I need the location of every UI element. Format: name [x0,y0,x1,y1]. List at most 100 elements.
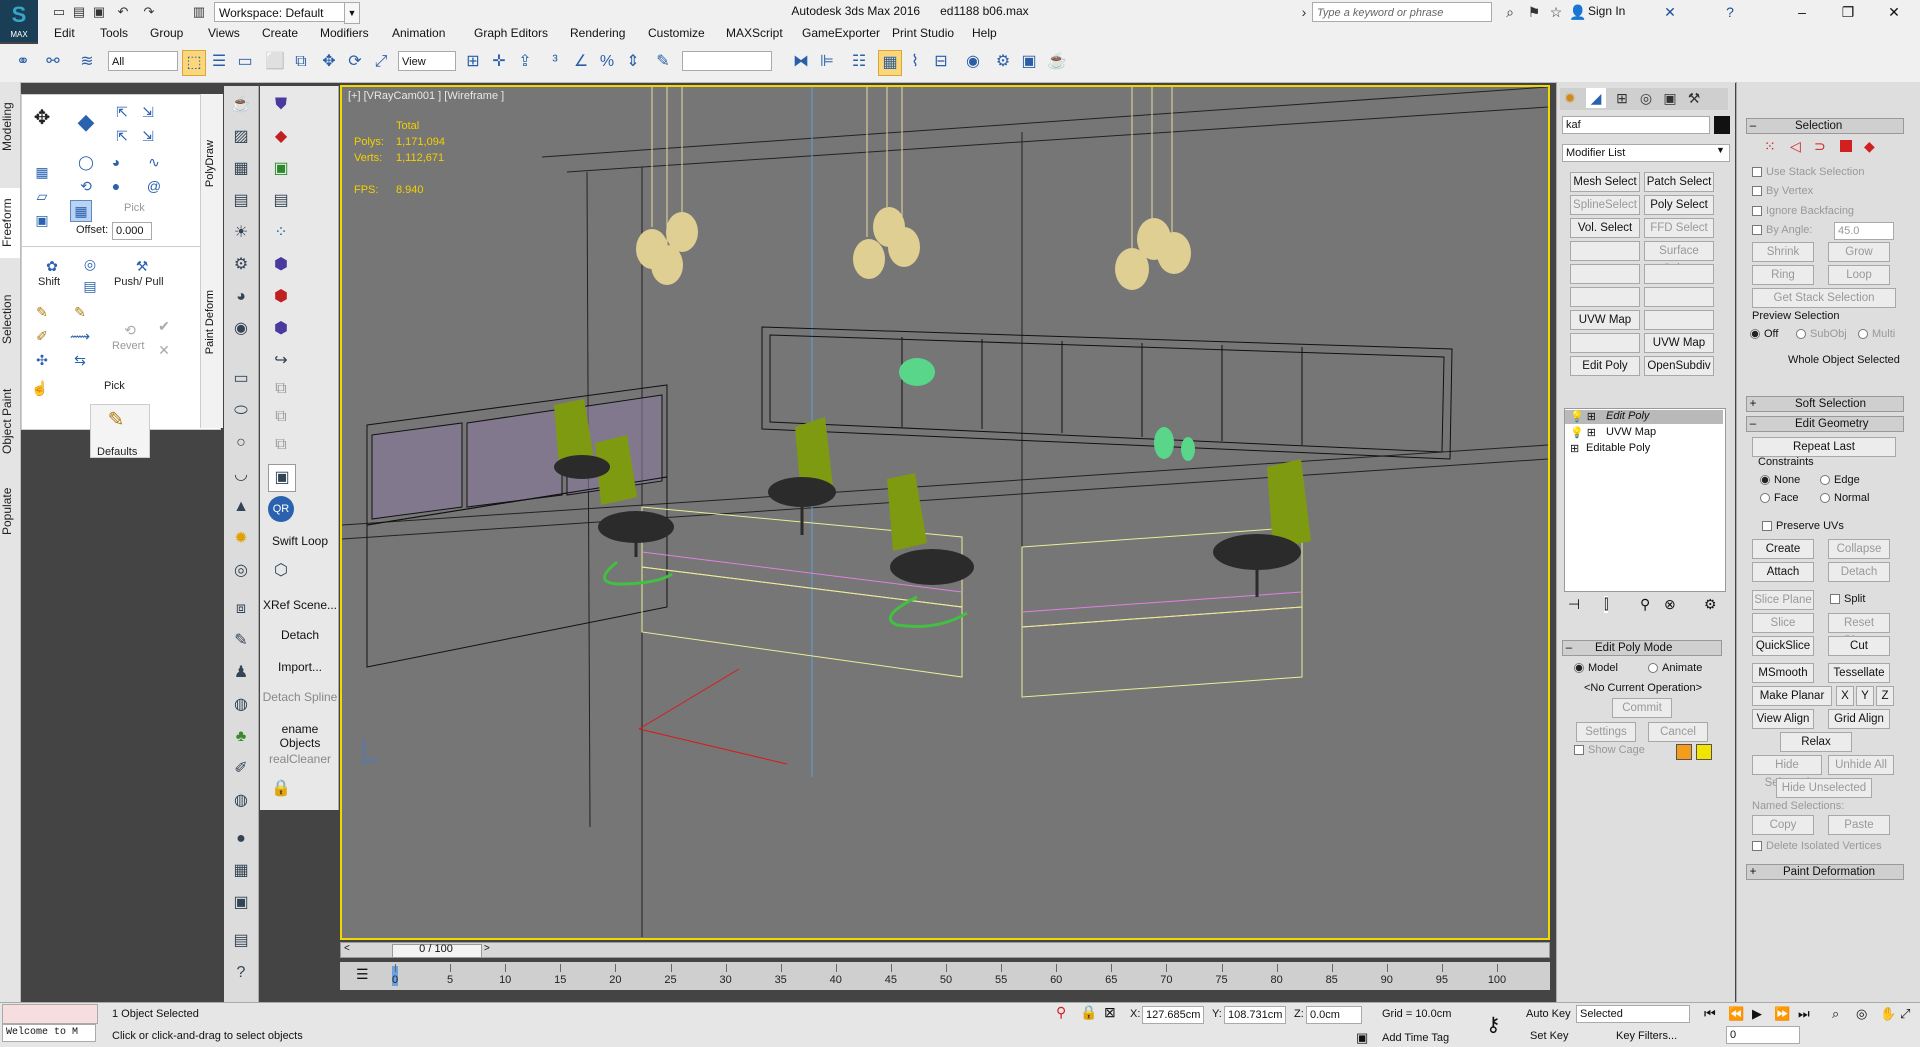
tessellate-button[interactable]: Tessellate [1828,663,1890,683]
polygon-icon[interactable] [1840,140,1852,152]
polydraw-label[interactable]: PolyDraw [204,140,216,187]
snaps-toggle-icon[interactable]: ³ [544,50,566,74]
schematic-view-icon[interactable]: ⊟ [930,50,952,74]
gem-icon[interactable]: ◆ [268,124,294,150]
help-icon[interactable]: ? [1720,2,1740,22]
x-coord-field[interactable]: 127.685cm [1142,1006,1204,1024]
real-cleaner-button[interactable]: realCleaner [262,752,338,766]
hide-selected-button[interactable]: Hide Selected [1752,755,1822,789]
time-slider[interactable] [340,942,1550,958]
sphere-icon[interactable]: ◕ [228,284,254,310]
light-bulb-icon[interactable]: 💡 ⊞ [1570,410,1596,423]
loop-button[interactable]: Loop [1828,265,1890,285]
menu-customize[interactable]: Customize [648,26,705,40]
vertex-icon[interactable]: ⁙ [1764,138,1776,155]
cancel-button[interactable]: Cancel [1648,722,1708,742]
preview-multi-radio[interactable]: Multi [1858,328,1895,340]
copy-button[interactable]: Copy [1752,815,1814,835]
spiral-brush-icon[interactable]: @ [144,176,164,196]
xref-icon[interactable]: ⧈ [228,596,254,622]
curve-editor-icon[interactable]: ⌇ [904,50,926,74]
model-radio[interactable]: Model [1574,662,1618,674]
box-icon[interactable]: ▤ [268,188,294,214]
cone-icon[interactable]: ▲ [228,494,254,520]
current-frame-field[interactable]: 0 [1726,1026,1800,1044]
object-name-field[interactable]: kaf [1562,116,1710,134]
scene-explorer-icon[interactable]: ▦ [878,50,902,76]
workspace-dropdown[interactable]: Workspace: Default [214,2,356,22]
pan-icon[interactable]: ✋ [1880,1006,1896,1022]
lamp-icon[interactable]: ☀ [228,220,254,246]
light-bulb-icon-2[interactable]: 💡 ⊞ [1570,426,1596,439]
project-folder-icon[interactable]: ▥ [190,3,208,21]
auto-key-button[interactable]: Auto Key [1526,1008,1571,1020]
by-vertex-checkbox[interactable]: By Vertex [1752,185,1813,197]
shift-rotate-icon[interactable]: ⇲ [138,102,158,122]
key-icon[interactable]: ⚷ [1486,1012,1501,1037]
stack-item-uvw-map[interactable]: UVW Map [1606,426,1656,438]
shift-rotate-alt-icon[interactable]: ⇲ [138,126,158,146]
by-angle-checkbox[interactable]: By Angle: [1752,224,1812,236]
view-align-button[interactable]: View Align [1752,709,1814,729]
cut-button[interactable]: Cut [1828,636,1890,656]
mirror-icon[interactable]: ⧓ [790,50,812,74]
hierarchy-tab-icon[interactable]: ⊞ [1612,88,1632,108]
crossing-selection-icon[interactable]: ⬜ [264,50,286,74]
isolate-icon[interactable]: ⚲ [1056,1004,1066,1021]
search-input[interactable]: Type a keyword or phrase [1312,2,1492,22]
use-stack-selection-checkbox[interactable]: Use Stack Selection [1752,166,1864,178]
brush-icon[interactable]: ✐ [228,756,254,782]
grid-object-icon[interactable]: ▣ [32,210,52,230]
unlink-icon[interactable]: ⚯ [42,50,64,74]
object-color-swatch[interactable] [1714,116,1730,134]
curve-brush-icon[interactable]: ∿ [144,152,164,172]
make-unique-icon[interactable]: ⚲ [1640,596,1650,613]
angle-snap-icon[interactable]: ∠ [570,50,592,74]
remove-modifier-icon[interactable]: ⊗ [1664,596,1676,613]
swift-loop-button[interactable]: Swift Loop [262,534,338,548]
sphere-brush-icon[interactable]: ◕ [106,152,126,172]
chevron-down-icon[interactable]: ▼ [344,2,360,24]
align-icon[interactable]: ⊫ [816,50,838,74]
cube-icon[interactable]: ⬢ [268,252,294,278]
select-scale-icon[interactable]: ⤢ [370,50,392,74]
quickslice-button[interactable]: QuickSlice [1752,636,1814,656]
offset-field[interactable]: 0.000 [112,222,152,240]
modifier-button[interactable]: SplineSelect [1570,195,1640,215]
tab-object-paint[interactable]: Object Paint [0,376,20,466]
layers-icon[interactable]: ▦ [228,858,254,884]
calculator-icon[interactable]: ▦ [228,156,254,182]
delete-isolated-checkbox[interactable]: Delete Isolated Vertices [1752,840,1882,852]
cage-color-swatch[interactable] [1676,744,1692,760]
slice-plane-button[interactable]: Slice Plane [1752,590,1814,610]
select-rotate-icon[interactable]: ⟳ [344,50,366,74]
modifier-list-dropdown[interactable]: Modifier List [1562,144,1730,162]
undo-icon[interactable]: ↶ [114,3,132,21]
shield-icon[interactable]: ⛊ [268,92,294,118]
detach-spline-button[interactable]: Detach Spline [262,690,338,704]
solid-sphere-icon[interactable]: ● [106,176,126,196]
tab-populate[interactable]: Populate [0,478,20,544]
bowl-icon[interactable]: ◡ [228,462,254,488]
collapse-button[interactable]: Collapse [1828,539,1890,559]
menu-tools[interactable]: Tools [100,26,128,40]
commit-button[interactable]: Commit [1612,698,1672,718]
preview-subobj-radio[interactable]: SubObj [1796,328,1847,340]
next-frame-icon[interactable]: ⏩ [1774,1006,1790,1022]
detach-button-geo[interactable]: Detach [1828,562,1890,582]
grid-draw-icon[interactable]: ▦ [32,162,52,182]
utilities-tab-icon[interactable]: ⚒ [1684,88,1704,108]
lock-icon[interactable]: 🔒 [268,776,294,802]
cancel-x-icon[interactable]: ✕ [154,340,174,360]
ignore-backfacing-checkbox[interactable]: Ignore Backfacing [1752,205,1854,217]
link-icon[interactable]: ⚭ [12,50,34,74]
flatten-brush-icon[interactable]: ✐ [32,326,52,346]
person-icon[interactable]: ♟ [228,660,254,686]
push-pull-label[interactable]: Push/ Pull [114,276,164,288]
import-button[interactable]: Import... [262,660,338,674]
modifier-button[interactable]: Vol. Select [1570,218,1640,238]
hide-unselected-button[interactable]: Hide Unselected [1776,778,1872,798]
expand-icon[interactable]: ⊞ [1570,442,1579,455]
stack-2-icon[interactable]: ⧉ [268,404,294,430]
save-icon[interactable]: ▣ [90,3,108,21]
